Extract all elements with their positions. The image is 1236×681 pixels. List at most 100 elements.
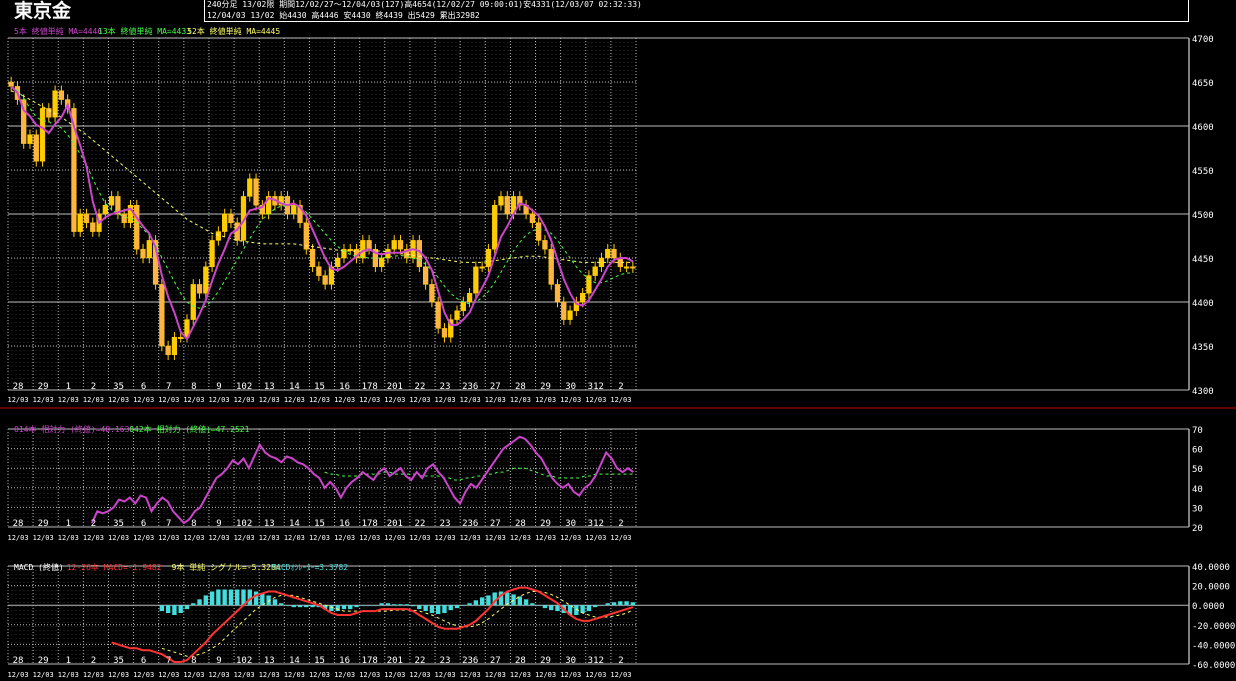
- macd-osc-bar: [373, 605, 378, 606]
- candle-body: [83, 213, 90, 224]
- candle-body: [178, 336, 184, 339]
- macd-osc-bar: [278, 603, 284, 606]
- price-ytick-label: 4350: [1192, 343, 1214, 353]
- macd-osc-bar: [486, 595, 491, 606]
- rsi-date-label: 178: [362, 519, 378, 529]
- price-legend-entry: 5本 終値単純 MA=4446: [14, 26, 102, 36]
- rsi-session-label: 12/03: [585, 534, 606, 542]
- candle-body: [473, 266, 479, 294]
- rsi-date-label: 29: [38, 519, 49, 529]
- macd-osc-bar: [398, 604, 403, 606]
- macd-date-label: 8: [191, 656, 196, 666]
- price-ytick-label: 4700: [1192, 35, 1214, 45]
- price-session-label: 12/03: [133, 396, 154, 404]
- rsi-session-label: 12/03: [259, 534, 280, 542]
- macd-osc-bar: [454, 605, 460, 609]
- price-session-label: 12/03: [83, 396, 104, 404]
- macd-osc-bar: [260, 593, 265, 606]
- price-session-label: 12/03: [384, 396, 405, 404]
- macd-osc-bar: [542, 605, 548, 609]
- rsi-date-label: 8: [191, 519, 196, 529]
- candle-body: [466, 292, 473, 303]
- macd-date-label: 15: [314, 656, 325, 666]
- rsi-session-label: 12/03: [359, 534, 380, 542]
- macd-session-label: 12/03: [83, 671, 104, 679]
- price-date-label: 1: [66, 382, 71, 392]
- rsi-date-label: 30: [565, 519, 576, 529]
- macd-osc-bar: [467, 603, 472, 606]
- macd-osc-bar: [461, 605, 466, 606]
- price-ytick-label: 4650: [1192, 79, 1214, 89]
- macd-date-label: 29: [540, 656, 551, 666]
- rsi-date-label: 13: [264, 519, 275, 529]
- price-session-label: 12/03: [234, 396, 255, 404]
- candle-body: [291, 204, 297, 215]
- macd-date-label: 6: [141, 656, 146, 666]
- macd-osc-bar: [549, 605, 554, 611]
- candle-body: [579, 292, 586, 303]
- macd-date-label: 35: [113, 656, 124, 666]
- macd-osc-bar: [479, 597, 485, 606]
- rsi-ytick-label: 70: [1192, 426, 1203, 436]
- price-legend-entry: 13本 終値単純 MA=4433: [98, 26, 191, 36]
- candle-body: [27, 134, 33, 144]
- macd-session-label: 12/03: [435, 671, 456, 679]
- rsi-session-label: 12/03: [535, 534, 556, 542]
- price-session-label: 12/03: [359, 396, 380, 404]
- price-date-label: 2: [618, 382, 623, 392]
- candle-body: [102, 204, 108, 215]
- macd-date-label: 27: [490, 656, 501, 666]
- candle-body: [435, 301, 441, 329]
- macd-session-label: 12/03: [158, 671, 179, 679]
- macd-session-label: 12/03: [510, 671, 531, 679]
- macd-date-label: 9: [216, 656, 221, 666]
- price-date-label: 28: [13, 382, 24, 392]
- rsi-session-label: 12/03: [610, 534, 631, 542]
- rsi-date-label: 14: [289, 519, 300, 529]
- macd-osc-bar: [435, 605, 441, 615]
- rsi-session-label: 12/03: [83, 534, 104, 542]
- rsi-date-label: 9: [216, 519, 221, 529]
- candle-body: [58, 90, 65, 100]
- rsi-session-label: 12/03: [158, 534, 179, 542]
- candle-body: [77, 213, 83, 232]
- price-session-label: 12/03: [610, 396, 631, 404]
- candle-body: [561, 301, 567, 320]
- rsi-date-label: 35: [113, 519, 124, 529]
- candle-body: [460, 301, 466, 312]
- rsi-legend-entry: 014本 相対力 (終値)=48.1636: [14, 424, 134, 434]
- rsi-session-label: 12/03: [460, 534, 481, 542]
- candle-body: [90, 222, 96, 232]
- price-session-label: 12/03: [435, 396, 456, 404]
- macd-osc-bar: [366, 605, 372, 606]
- price-date-label: 22: [415, 382, 426, 392]
- rsi-session-label: 12/03: [108, 534, 129, 542]
- macd-date-label: 102: [236, 656, 252, 666]
- macd-osc-bar: [580, 605, 585, 614]
- macd-osc-bar: [222, 589, 227, 606]
- price-session-label: 12/03: [8, 396, 29, 404]
- macd-osc-bar: [203, 595, 209, 606]
- macd-osc-bar: [253, 591, 259, 606]
- candle-body: [140, 248, 146, 259]
- price-session-label: 12/03: [33, 396, 54, 404]
- macd-osc-bar: [523, 599, 529, 606]
- macd-osc-bar: [624, 601, 629, 606]
- macd-session-label: 12/03: [33, 671, 54, 679]
- candle-body: [536, 222, 542, 241]
- macd-session-label: 12/03: [8, 671, 29, 679]
- price-date-label: 30: [565, 382, 576, 392]
- rsi-date-label: 27: [490, 519, 501, 529]
- macd-osc-bar: [341, 605, 347, 610]
- price-date-label: 2: [91, 382, 96, 392]
- candle-body: [611, 248, 617, 259]
- price-date-label: 35: [113, 382, 124, 392]
- macd-osc-bar: [291, 605, 296, 608]
- price-date-label: 29: [540, 382, 551, 392]
- macd-session-label: 12/03: [334, 671, 355, 679]
- price-date-label: 312: [588, 382, 604, 392]
- candle-body: [39, 108, 46, 162]
- candle-body: [485, 248, 492, 268]
- macd-osc-bar: [417, 605, 422, 610]
- macd-osc-bar: [442, 605, 447, 614]
